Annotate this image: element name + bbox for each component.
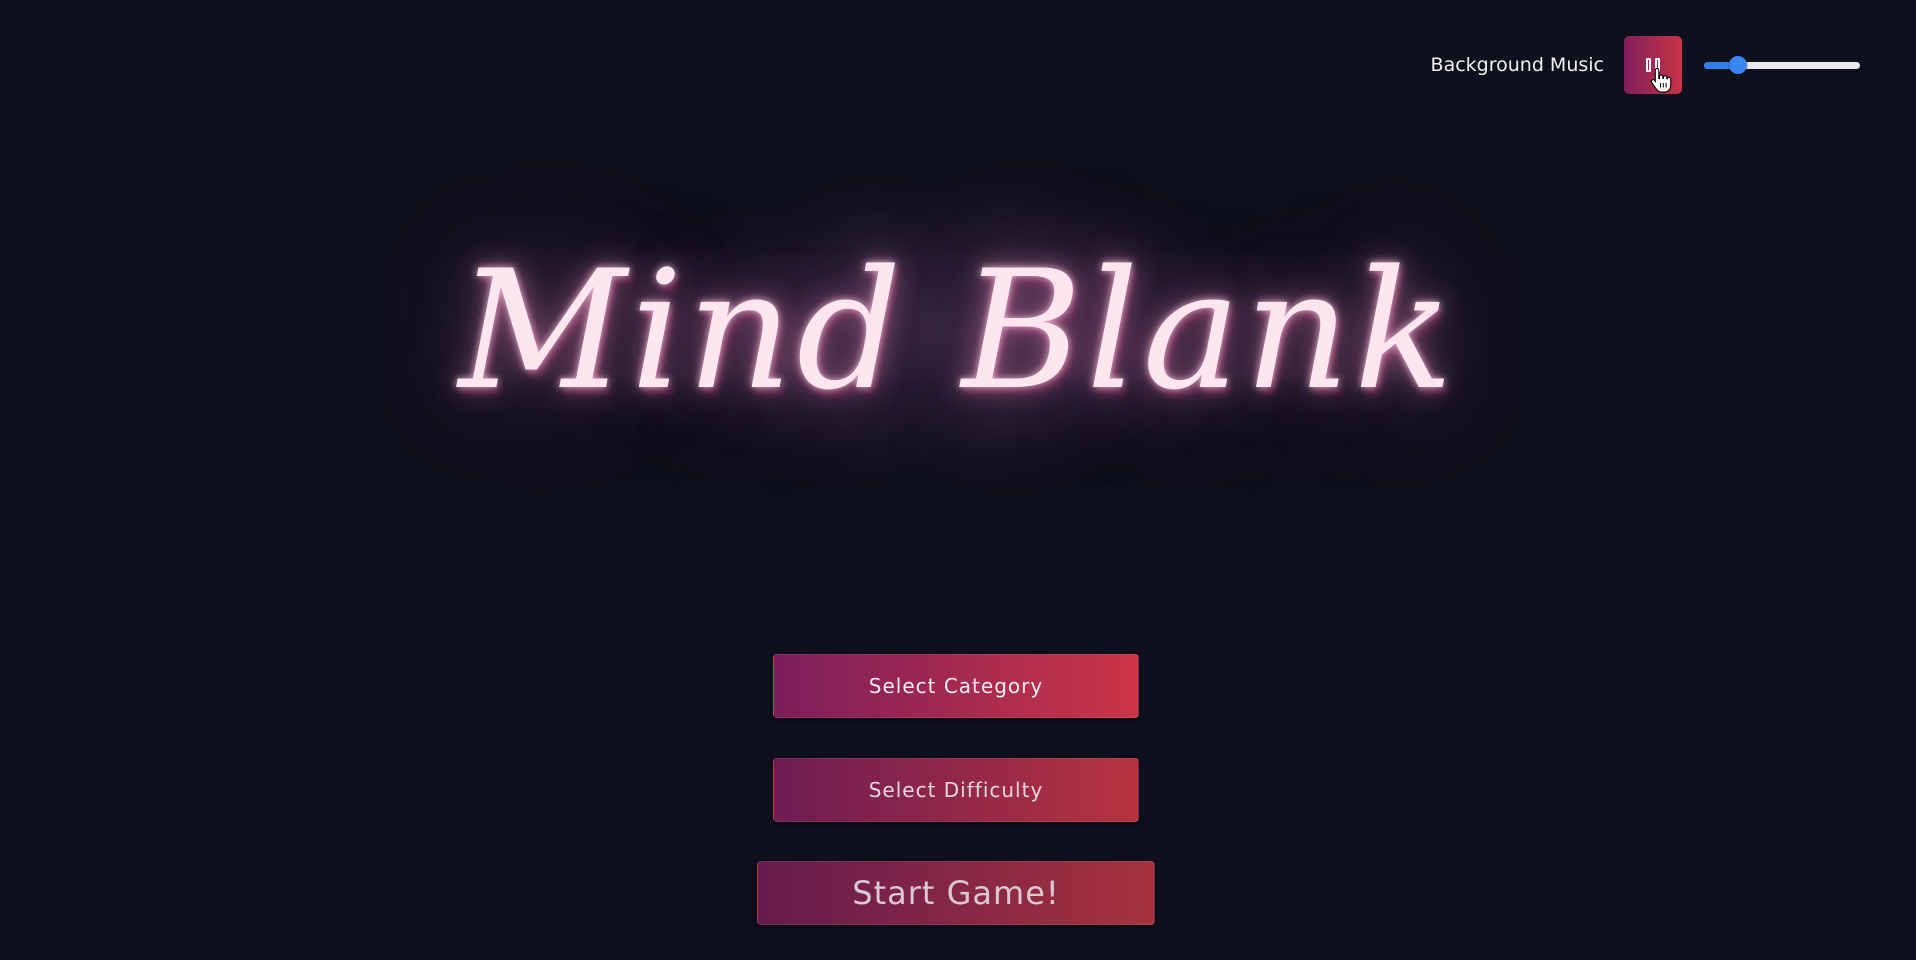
volume-slider-thumb[interactable] — [1729, 56, 1748, 74]
music-pause-button[interactable] — [1624, 36, 1682, 94]
volume-slider[interactable] — [1704, 56, 1860, 74]
hand-cursor-icon — [1650, 67, 1672, 93]
start-game-button[interactable]: Start Game! — [757, 861, 1155, 925]
select-category-button[interactable]: Select Category — [773, 654, 1139, 718]
main-menu-screen: Background Music Mind Blank Select Categ… — [0, 0, 1916, 960]
game-title: Mind Blank — [458, 235, 1458, 426]
background-music-label: Background Music — [1430, 54, 1604, 76]
title-container: Mind Blank — [0, 235, 1916, 426]
music-controls: Background Music — [1431, 36, 1860, 94]
select-difficulty-button[interactable]: Select Difficulty — [773, 758, 1139, 822]
